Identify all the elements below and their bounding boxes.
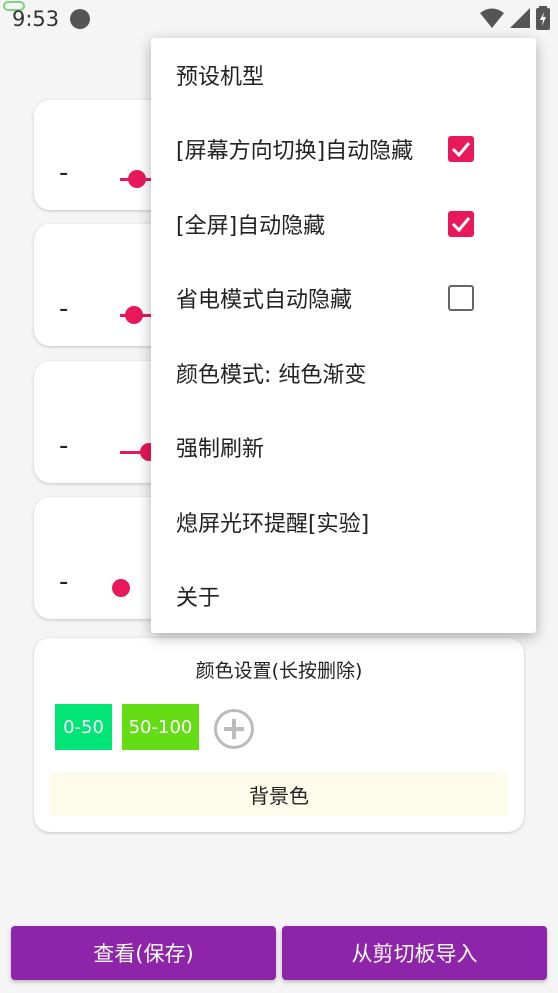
menu-item-label: [屏幕方向切换]自动隐藏 (176, 139, 414, 164)
menu-item-powersave-autohide[interactable]: 省电模式自动隐藏 (151, 261, 536, 335)
menu-item-label: 强制刷新 (176, 437, 265, 462)
color-chip-50-100[interactable]: 50-100 (122, 704, 199, 750)
import-clipboard-button[interactable]: 从剪切板导入 (282, 926, 547, 980)
menu-item-label: 省电模式自动隐藏 (176, 288, 353, 313)
menu-item-label: [全屏]自动隐藏 (176, 214, 326, 239)
wifi-icon (480, 8, 504, 28)
checkbox-unchecked-icon[interactable] (448, 285, 474, 311)
notification-dot-icon (70, 9, 90, 29)
checkbox-checked-icon[interactable] (448, 211, 474, 237)
status-bar: 9:53 (0, 0, 558, 38)
menu-item-color-mode[interactable]: 颜色模式: 纯色渐变 (151, 336, 536, 410)
color-settings-title: 颜色设置(长按删除) (195, 660, 363, 682)
menu-item-label: 熄屏光环提醒[实验] (176, 512, 370, 537)
background-color-row[interactable]: 背景色 (50, 772, 508, 816)
decrease-button[interactable]: - (59, 294, 68, 324)
menu-item-screen-off-ring[interactable]: 熄屏光环提醒[实验] (151, 485, 536, 559)
menu-item-label: 关于 (176, 586, 221, 611)
status-time: 9:53 (12, 7, 60, 31)
decrease-button[interactable]: - (59, 158, 68, 188)
system-icons (480, 6, 550, 30)
menu-item-preset-model[interactable]: 预设机型 (151, 38, 536, 112)
color-chip-0-50[interactable]: 0-50 (55, 704, 112, 750)
view-save-button[interactable]: 查看(保存) (11, 926, 276, 980)
menu-item-fullscreen-autohide[interactable]: [全屏]自动隐藏 (151, 187, 536, 261)
menu-item-orientation-autohide[interactable]: [屏幕方向切换]自动隐藏 (151, 112, 536, 186)
menu-item-label: 颜色模式: 纯色渐变 (176, 363, 367, 388)
overflow-menu: 预设机型 [屏幕方向切换]自动隐藏 [全屏]自动隐藏 省电模式自动隐藏 颜色模式… (151, 38, 536, 633)
menu-item-about[interactable]: 关于 (151, 559, 536, 633)
menu-item-force-refresh[interactable]: 强制刷新 (151, 410, 536, 484)
slider-thumb[interactable] (112, 579, 130, 597)
add-color-icon[interactable] (214, 709, 254, 749)
checkbox-checked-icon[interactable] (448, 136, 474, 162)
slider-thumb[interactable] (128, 170, 146, 188)
menu-item-label: 预设机型 (176, 65, 265, 90)
slider-thumb[interactable] (125, 306, 143, 324)
decrease-button[interactable]: - (59, 431, 68, 461)
battery-charging-icon (536, 6, 550, 30)
cellular-signal-icon (510, 8, 530, 28)
color-settings-card: 颜色设置(长按删除) 0-50 50-100 背景色 (34, 638, 524, 832)
background-color-label: 背景色 (249, 783, 309, 808)
decrease-button[interactable]: - (59, 567, 68, 597)
